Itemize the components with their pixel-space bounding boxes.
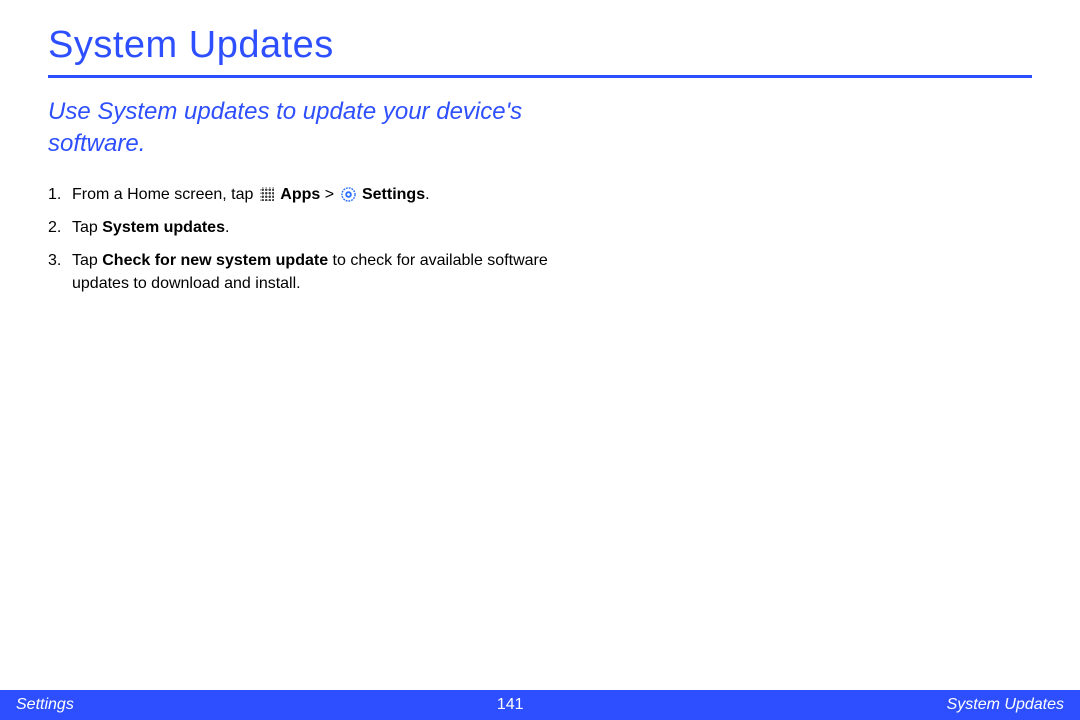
- page-title: System Updates: [48, 24, 1032, 67]
- step-end: .: [425, 186, 429, 203]
- step-1: From a Home screen, tap Apps > Settings.: [48, 183, 568, 206]
- page-subtitle: Use System updates to update your device…: [48, 96, 528, 161]
- footer-topic: System Updates: [947, 696, 1064, 714]
- step-text: Tap: [72, 252, 102, 269]
- step-2: Tap System updates.: [48, 216, 568, 239]
- apps-grid-icon: [260, 187, 274, 201]
- apps-label: Apps: [280, 186, 320, 203]
- settings-gear-icon: [341, 186, 356, 201]
- step-text: Tap: [72, 219, 102, 236]
- step-text: From a Home screen, tap: [72, 186, 258, 203]
- settings-label: Settings: [362, 186, 425, 203]
- step-3: Tap Check for new system update to check…: [48, 249, 568, 295]
- footer-section: Settings: [16, 696, 74, 714]
- step-sep: >: [320, 186, 338, 203]
- page-content: System Updates Use System updates to upd…: [0, 0, 1080, 330]
- system-updates-label: System updates: [102, 219, 225, 236]
- title-rule: [48, 75, 1032, 78]
- page-number: 141: [497, 696, 524, 714]
- page-footer: Settings 141 System Updates: [0, 690, 1080, 720]
- check-update-label: Check for new system update: [102, 252, 328, 269]
- instruction-list: From a Home screen, tap Apps > Settings.…: [48, 183, 568, 296]
- step-end: .: [225, 219, 229, 236]
